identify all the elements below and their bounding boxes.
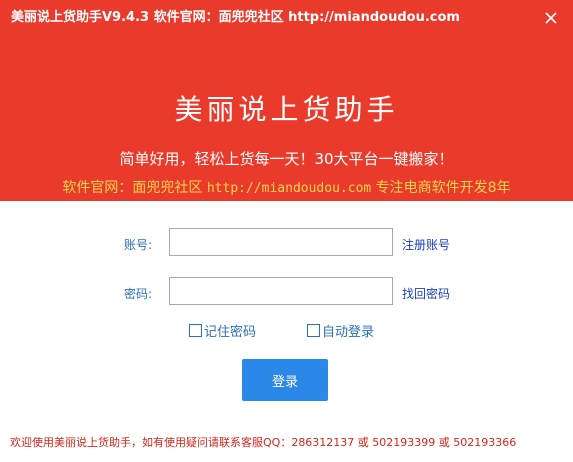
banner-site-prefix: 软件官网：面兜兜社区 — [62, 180, 207, 196]
recover-password-link[interactable]: 找回密码 — [402, 285, 450, 302]
autologin-checkbox-box[interactable] — [307, 324, 320, 337]
password-input[interactable] — [169, 277, 393, 305]
account-input[interactable] — [169, 228, 393, 256]
register-link[interactable]: 注册账号 — [402, 236, 450, 253]
header-banner: 美丽说上货助手 简单好用，轻松上货每一天！30大平台一键搬家！ 软件官网：面兜兜… — [0, 36, 573, 201]
title-bar: 美丽说上货助手V9.4.3 软件官网：面兜兜社区 http://miandoud… — [0, 0, 573, 36]
remember-password-label: 记住密码 — [204, 325, 257, 340]
auto-login-checkbox[interactable]: 自动登录 — [307, 321, 374, 340]
login-button[interactable]: 登录 — [242, 359, 328, 401]
banner-title: 美丽说上货助手 — [174, 93, 399, 126]
window-title: 美丽说上货助手V9.4.3 软件官网：面兜兜社区 http://miandoud… — [11, 10, 460, 25]
banner-slogan: 简单好用，轻松上货每一天！30大平台一键搬家！ — [119, 150, 454, 168]
app-window: 美丽说上货助手V9.4.3 软件官网：面兜兜社区 http://miandoud… — [0, 0, 573, 462]
remember-checkbox-box[interactable] — [189, 324, 202, 337]
remember-password-checkbox[interactable]: 记住密码 — [189, 321, 256, 340]
close-button[interactable] — [539, 6, 563, 30]
banner-website-line: 软件官网：面兜兜社区 http://miandoudou.com 专注电商软件开… — [0, 177, 573, 197]
footer-contact-text: 欢迎使用美丽说上货助手，如有使用疑问请联系客服QQ：286312137 或 50… — [10, 436, 517, 449]
auto-login-label: 自动登录 — [322, 325, 375, 340]
close-icon — [545, 12, 557, 24]
password-label: 密码: — [124, 287, 153, 301]
banner-site-suffix: 专注电商软件开发8年 — [371, 180, 511, 196]
account-label: 账号: — [124, 238, 153, 252]
banner-site-url: http://miandoudou.com — [206, 181, 372, 196]
